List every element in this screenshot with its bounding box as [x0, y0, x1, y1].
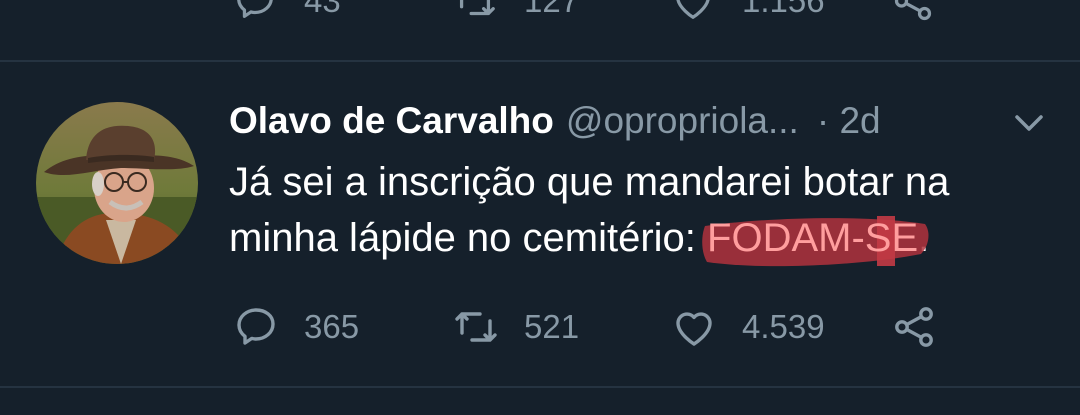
- retweet-count: 521: [524, 308, 580, 345]
- highlighted-word: FODAM-SE: [702, 210, 929, 267]
- author-name[interactable]: Olavo de Carvalho: [229, 100, 554, 141]
- share-icon: [895, 307, 933, 347]
- share-icon: [894, 0, 932, 21]
- avatar[interactable]: [36, 102, 198, 264]
- chevron-down-icon[interactable]: [1010, 108, 1048, 138]
- retweet-icon: [455, 312, 497, 342]
- tweet-divider-top: [0, 60, 1080, 62]
- tweet-text-end: .: [918, 216, 930, 260]
- highlighted-text: FODAM-SE: [707, 216, 919, 260]
- tweet-actions: 365 521 4.539: [0, 300, 1080, 354]
- reply-count: 365: [304, 308, 360, 345]
- tweet-text: Já sei a inscrição que mandarei botar na…: [229, 154, 1059, 267]
- reply-icon: [237, 0, 273, 18]
- tweet-header: Olavo de Carvalho @opropriola... · 2d: [229, 96, 1049, 146]
- prev-like-count: 1.156: [742, 0, 825, 19]
- prev-share-button[interactable]: [890, 0, 936, 24]
- reply-icon: [237, 308, 275, 345]
- author-handle[interactable]: @opropriola...: [566, 100, 799, 141]
- share-button[interactable]: [890, 300, 938, 354]
- like-icon: [676, 0, 710, 19]
- prev-like-button[interactable]: 1.156: [670, 0, 825, 24]
- retweet-icon: [459, 0, 495, 16]
- previous-tweet-actions: 43 127 1.156: [0, 0, 1080, 38]
- like-count: 4.539: [742, 308, 825, 345]
- retweet-button[interactable]: 521: [452, 300, 579, 354]
- like-icon: [676, 312, 712, 346]
- like-button[interactable]: 4.539: [670, 300, 825, 354]
- tweet-timestamp[interactable]: · 2d: [817, 100, 881, 141]
- prev-retweet-count: 127: [524, 0, 580, 19]
- tweet-divider-bottom: [0, 386, 1080, 388]
- reply-button[interactable]: 365: [232, 300, 359, 354]
- prev-retweet-button[interactable]: 127: [452, 0, 579, 24]
- prev-reply-button[interactable]: 43: [232, 0, 341, 24]
- prev-reply-count: 43: [304, 0, 341, 19]
- avatar-image: [36, 102, 198, 264]
